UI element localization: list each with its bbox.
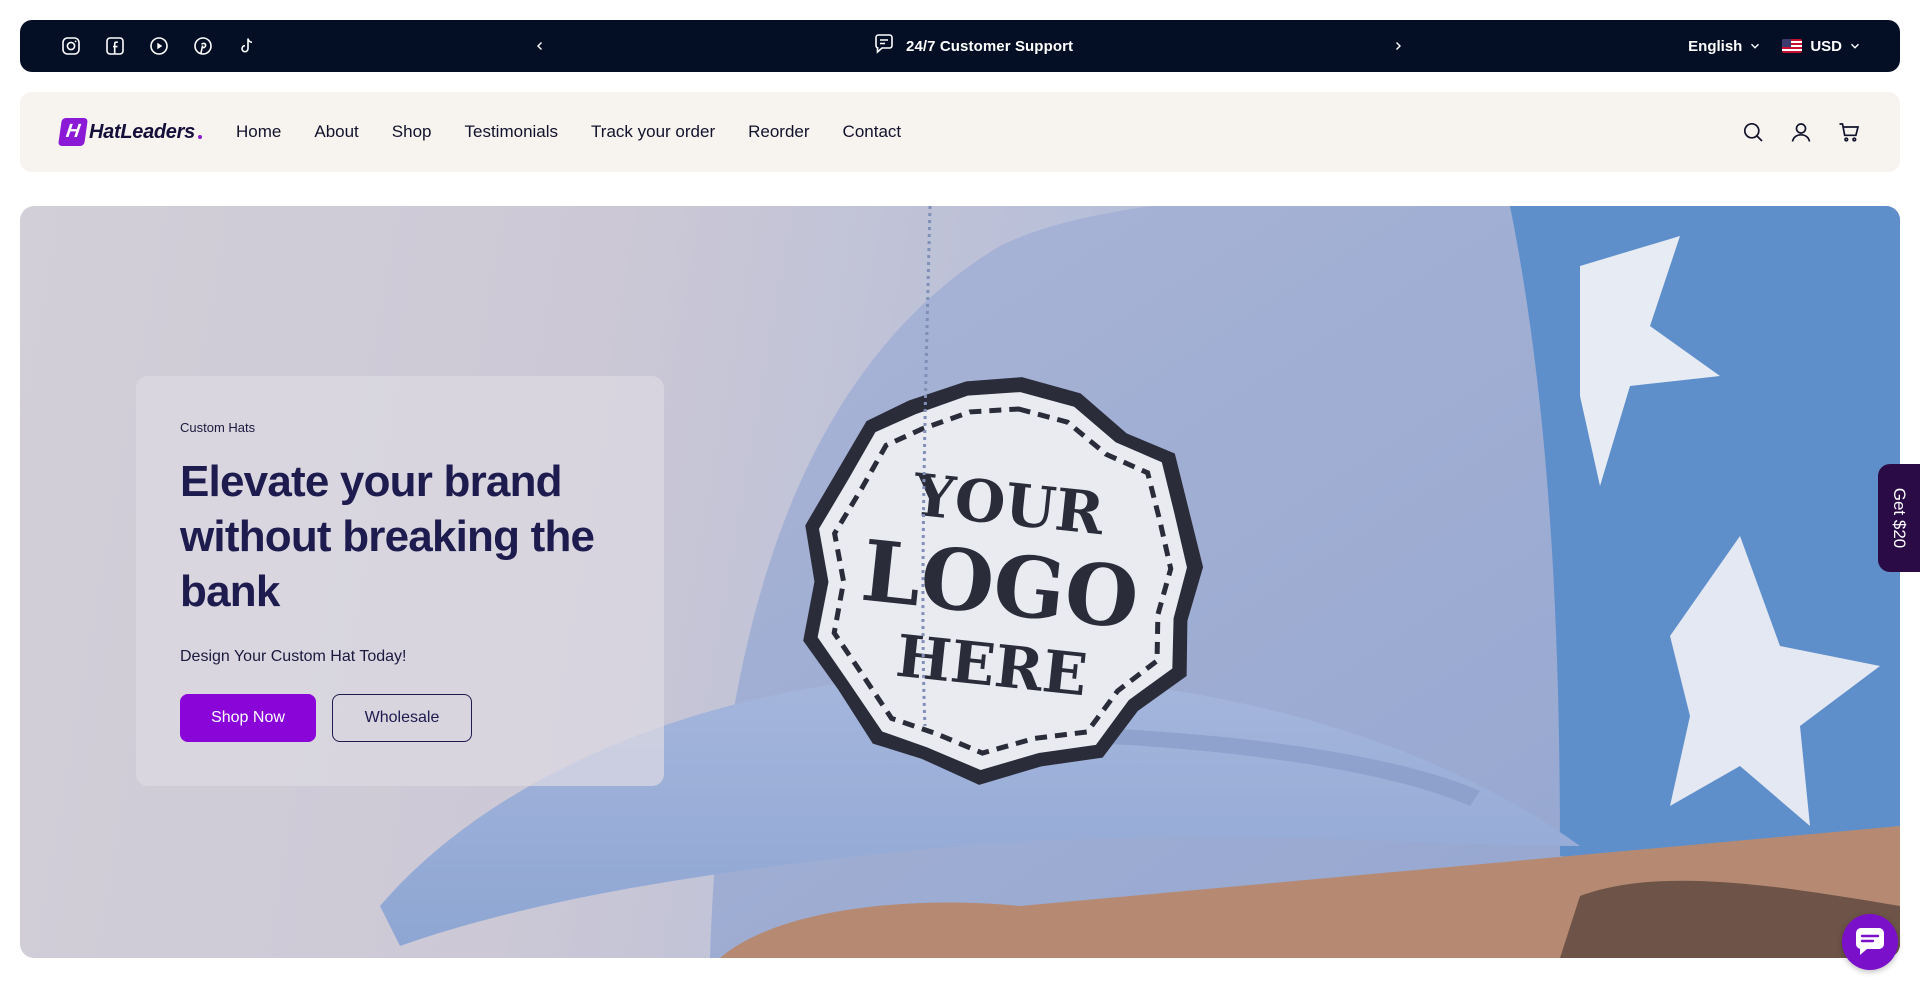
instagram-icon[interactable] xyxy=(60,35,82,57)
announcement-bar: 24/7 Customer Support English USD xyxy=(20,20,1900,72)
logo-dot xyxy=(197,135,202,139)
nav-reorder[interactable]: Reorder xyxy=(748,122,809,142)
shop-now-button[interactable]: Shop Now xyxy=(180,694,316,742)
nav-about[interactable]: About xyxy=(314,122,358,142)
chat-bubble-icon xyxy=(872,32,896,60)
facebook-icon[interactable] xyxy=(104,35,126,57)
logo-wordmark: HatLeaders xyxy=(89,120,195,143)
next-announcement-button[interactable] xyxy=(1386,20,1410,72)
hero-subheadline: Design Your Custom Hat Today! xyxy=(180,648,407,665)
search-icon[interactable] xyxy=(1742,121,1764,143)
chevron-down-icon xyxy=(1750,38,1760,55)
nav-contact[interactable]: Contact xyxy=(843,122,902,142)
nav-shop[interactable]: Shop xyxy=(392,122,432,142)
hero-eyebrow: Custom Hats xyxy=(180,420,256,435)
wholesale-button[interactable]: Wholesale xyxy=(332,694,472,742)
get-20-tab[interactable]: Get $20 xyxy=(1878,464,1920,572)
chevron-left-icon xyxy=(537,42,542,50)
locale-selectors: English USD xyxy=(1688,20,1860,72)
hero-headline: Elevate your brand without breaking the … xyxy=(180,457,595,616)
language-label: English xyxy=(1688,37,1743,55)
currency-selector[interactable]: USD xyxy=(1782,38,1860,55)
logo-mark: H xyxy=(58,118,88,146)
tiktok-icon[interactable] xyxy=(236,35,258,57)
main-nav: Home About Shop Testimonials Track your … xyxy=(236,92,901,172)
youtube-icon[interactable] xyxy=(148,35,170,57)
social-links xyxy=(60,20,258,72)
currency-label: USD xyxy=(1810,37,1842,55)
nav-testimonials[interactable]: Testimonials xyxy=(465,122,559,142)
chat-launcher-button[interactable] xyxy=(1842,914,1898,970)
header-actions xyxy=(1742,92,1860,172)
site-header: H HatLeaders Home About Shop Testimonial… xyxy=(20,92,1900,172)
get-20-label: Get $20 xyxy=(1890,487,1909,549)
nav-home[interactable]: Home xyxy=(236,122,281,142)
chevron-down-icon xyxy=(1850,38,1860,55)
announcement-text: 24/7 Customer Support xyxy=(906,37,1074,55)
language-selector[interactable]: English xyxy=(1688,38,1760,55)
chat-icon xyxy=(1856,928,1884,955)
hero-content-card: Custom Hats Elevate your brand without b… xyxy=(136,376,664,786)
hero-banner: YOUR LOGO HERE Custom Hats Elevate your … xyxy=(20,206,1900,958)
pinterest-icon[interactable] xyxy=(192,35,214,57)
previous-announcement-button[interactable] xyxy=(528,20,552,72)
announcement-message: 24/7 Customer Support xyxy=(872,20,1073,72)
cart-icon[interactable] xyxy=(1838,121,1860,143)
chevron-right-icon xyxy=(1396,42,1401,50)
hatleaders-logo[interactable]: H HatLeaders xyxy=(58,116,202,148)
us-flag-icon xyxy=(1782,39,1803,53)
nav-track-order[interactable]: Track your order xyxy=(591,122,715,142)
account-icon[interactable] xyxy=(1790,121,1812,143)
